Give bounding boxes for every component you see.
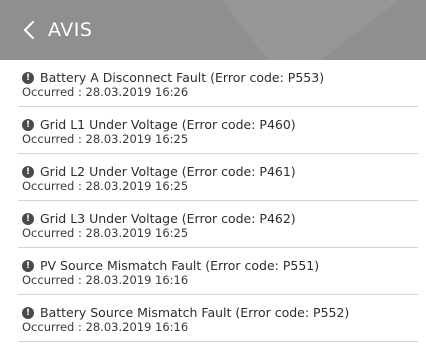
alert-occurred: Occurred : 28.03.2019 16:26 [22, 85, 189, 99]
alert-icon: ! [22, 118, 34, 131]
alert-list: ! Battery A Disconnect Fault (Error code… [0, 60, 426, 342]
page-title: AVIS [48, 19, 93, 41]
alert-message: Grid L2 Under Voltage (Error code: P461) [40, 164, 296, 179]
alert-icon: ! [22, 165, 34, 178]
back-button[interactable] [18, 15, 40, 45]
alert-occurred: Occurred : 28.03.2019 16:25 [22, 226, 189, 240]
alert-occurred: Occurred : 28.03.2019 16:16 [22, 320, 189, 334]
alert-icon: ! [22, 306, 34, 319]
alert-item[interactable]: ! Grid L3 Under Voltage (Error code: P46… [18, 201, 418, 248]
alert-row: ! Battery Source Mismatch Fault (Error c… [22, 305, 349, 320]
alert-row: ! PV Source Mismatch Fault (Error code: … [22, 258, 319, 273]
alert-icon: ! [22, 259, 34, 272]
alert-item[interactable]: ! Grid L2 Under Voltage (Error code: P46… [18, 154, 418, 201]
header-bar: AVIS [0, 0, 426, 60]
alert-row: ! Battery A Disconnect Fault (Error code… [22, 70, 324, 85]
alert-row: ! Grid L3 Under Voltage (Error code: P46… [22, 211, 296, 226]
alert-message: Grid L3 Under Voltage (Error code: P462) [40, 211, 296, 226]
alert-row: ! Grid L1 Under Voltage (Error code: P46… [22, 117, 296, 132]
chevron-left-icon [23, 20, 35, 40]
alert-message: Battery A Disconnect Fault (Error code: … [40, 70, 325, 85]
alert-occurred: Occurred : 28.03.2019 16:25 [22, 132, 189, 146]
alert-message: Grid L1 Under Voltage (Error code: P460) [40, 117, 296, 132]
alert-icon: ! [22, 212, 34, 225]
alert-icon: ! [22, 71, 34, 84]
alert-item[interactable]: ! PV Source Mismatch Fault (Error code: … [18, 248, 418, 295]
alert-item[interactable]: ! Grid L1 Under Voltage (Error code: P46… [18, 107, 418, 154]
header-decoration [190, 0, 426, 60]
alert-occurred: Occurred : 28.03.2019 16:16 [22, 273, 189, 287]
alert-occurred: Occurred : 28.03.2019 16:25 [22, 179, 189, 193]
alert-row: ! Grid L2 Under Voltage (Error code: P46… [22, 164, 296, 179]
alert-item[interactable]: ! Battery Source Mismatch Fault (Error c… [18, 295, 418, 342]
alert-item[interactable]: ! Battery A Disconnect Fault (Error code… [18, 60, 418, 107]
alert-message: Battery Source Mismatch Fault (Error cod… [40, 305, 350, 320]
alert-message: PV Source Mismatch Fault (Error code: P5… [40, 258, 320, 273]
